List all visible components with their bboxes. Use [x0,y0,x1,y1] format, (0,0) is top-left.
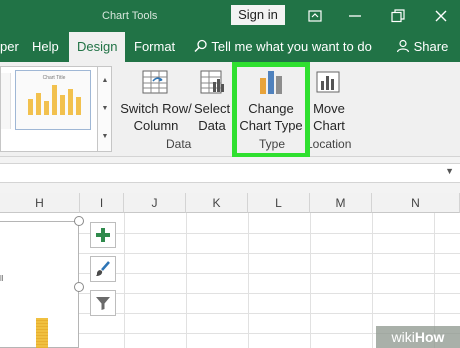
restore-icon[interactable] [389,7,407,25]
share-label: Share [413,39,449,54]
move-chart-label-2: Chart [313,118,345,133]
thumbnail-chart-title: Chart Title [42,75,66,81]
data-group-label: Data [166,137,192,151]
thumbnail-bar [52,85,57,115]
chart-elements-button[interactable] [90,222,116,248]
ribbon-tabs: per Help Design Format Tell me what you … [0,32,460,62]
gallery-previous-style [1,73,11,129]
tell-me-label: Tell me what you want to do [211,39,372,54]
watermark-prefix: wiki [391,329,415,345]
wikihow-watermark: wikiHow [376,326,460,348]
resize-handle[interactable] [74,216,84,226]
select-data-icon [200,70,224,94]
column-header-n[interactable]: N [372,193,460,213]
scroll-down-icon[interactable]: ▼ [98,95,112,123]
sign-in-button[interactable]: Sign in [231,5,285,25]
switch-row-column-button[interactable]: Switch Row/ Column [120,68,192,134]
filter-icon [96,297,110,310]
thumbnail-bar [36,93,41,115]
column-header-l[interactable]: L [248,193,310,213]
gallery-scrollbar: ▲ ▼ ▼ [97,67,111,151]
thumbnail-bar [44,101,49,115]
resize-handle[interactable] [74,282,84,292]
share-button[interactable]: Share [396,32,448,62]
person-icon [396,39,410,53]
switch-row-column-icon [142,70,168,94]
plus-icon [96,228,110,242]
thumbnail-bar [68,89,73,115]
embedded-chart[interactable]: ll [0,221,79,348]
move-chart-button[interactable]: Move Chart [312,68,346,134]
formula-gap-lower [0,183,460,193]
chart-style-thumbnail[interactable]: Chart Title [15,70,91,130]
move-chart-label-1: Move [313,101,345,116]
select-data-label-2: Data [198,118,226,133]
expand-formula-bar-icon[interactable]: ▼ [445,166,454,176]
formula-bar[interactable]: ▼ [0,163,460,183]
switch-row-column-label-1: Switch Row/ [120,101,192,116]
scroll-up-icon[interactable]: ▲ [98,67,112,95]
title-bar: Chart Tools Sign in [0,0,460,32]
search-icon [194,39,207,53]
thumbnail-bar [28,99,33,115]
tab-help[interactable]: Help [32,32,59,62]
select-data-button[interactable]: Select Data [194,68,230,134]
minimize-icon[interactable] [346,7,364,25]
chart-styles-gallery[interactable]: Chart Title ▲ ▼ ▼ [0,66,112,152]
chart-styles-button[interactable] [90,256,116,282]
tab-format[interactable]: Format [134,32,175,62]
watermark-suffix: How [414,329,445,345]
chart-tools-label: Chart Tools [102,10,158,22]
ribbon-body: Chart Title ▲ ▼ ▼ Switch Row/ Column Sel… [0,62,460,157]
column-header-i[interactable]: I [80,193,124,213]
close-icon[interactable] [432,7,450,25]
tab-design[interactable]: Design [69,32,126,62]
chart-axis-tick: ll [0,274,4,283]
chart-bar [36,318,48,348]
highlight-box [232,62,310,158]
switch-row-column-label-2: Column [133,118,179,133]
ribbon-display-icon[interactable] [306,7,324,25]
thumbnail-bar [60,95,65,115]
column-header-m[interactable]: M [310,193,372,213]
column-header-h[interactable]: H [0,193,80,213]
move-chart-icon [316,71,340,93]
tell-me-search[interactable]: Tell me what you want to do [194,32,372,62]
gallery-more-icon[interactable]: ▼ [98,123,112,151]
thumbnail-bar [76,97,81,115]
location-group-label: Location [306,137,352,151]
column-header-k[interactable]: K [186,193,248,213]
brush-icon [96,261,110,276]
column-header-j[interactable]: J [124,193,186,213]
select-data-label-1: Select [194,101,231,116]
chart-filters-button[interactable] [90,290,116,316]
tab-developer[interactable]: per [0,32,19,62]
